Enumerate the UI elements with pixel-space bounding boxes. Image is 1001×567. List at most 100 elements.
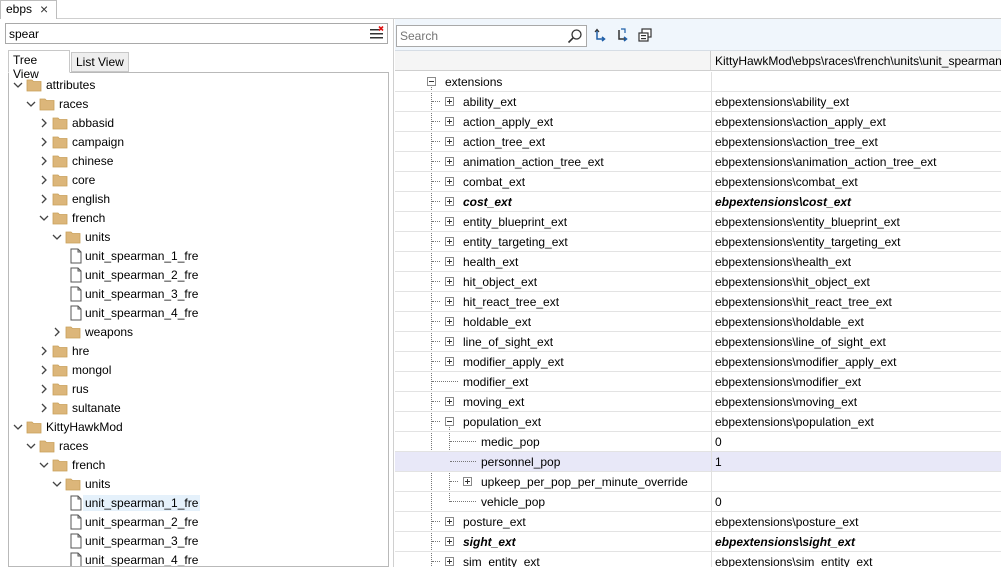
expand-icon[interactable] [445, 317, 454, 326]
property-value[interactable]: ebpextensions\combat_ext [715, 175, 858, 189]
property-value[interactable]: ebpextensions\animation_action_tree_ext [715, 155, 936, 169]
property-row[interactable]: ability_ext ebpextensions\ability_ext [395, 92, 1001, 112]
expand-icon[interactable] [445, 117, 454, 126]
chevron-down-icon[interactable] [39, 212, 49, 224]
property-search-input[interactable] [397, 26, 565, 46]
expand-icon[interactable] [445, 557, 454, 566]
tree-folder-row[interactable]: hre [9, 342, 388, 361]
tree-folder-row[interactable]: weapons [9, 323, 388, 342]
property-row[interactable]: personnel_pop 1 [395, 452, 1001, 472]
property-value[interactable]: ebpextensions\cost_ext [715, 195, 851, 209]
tree-folder-row[interactable]: units [9, 228, 388, 247]
property-row[interactable]: sim_entity_ext ebpextensions\sim_entity_e… [395, 552, 1001, 567]
tree-folder-row[interactable]: sultanate [9, 399, 388, 418]
property-value[interactable]: ebpextensions\action_tree_ext [715, 135, 878, 149]
expand-icon[interactable] [445, 397, 454, 406]
property-value[interactable]: 0 [715, 435, 722, 449]
collapse-icon[interactable] [427, 77, 436, 86]
expand-icon[interactable] [445, 217, 454, 226]
expand-icon[interactable] [445, 237, 454, 246]
expand-icon[interactable] [445, 97, 454, 106]
tree-folder-row[interactable]: mongol [9, 361, 388, 380]
chevron-right-icon[interactable] [39, 383, 49, 395]
chevron-right-icon[interactable] [39, 174, 49, 186]
property-value[interactable]: ebpextensions\sight_ext [715, 535, 855, 549]
copy-icon[interactable] [637, 27, 653, 43]
property-row[interactable]: moving_ext ebpextensions\moving_ext [395, 392, 1001, 412]
chevron-down-icon[interactable] [13, 421, 23, 433]
tree-folder-row[interactable]: attributes [9, 76, 388, 95]
property-value[interactable]: ebpextensions\entity_targeting_ext [715, 235, 900, 249]
property-row[interactable]: holdable_ext ebpextensions\holdable_ext [395, 312, 1001, 332]
chevron-right-icon[interactable] [39, 155, 49, 167]
document-tab[interactable]: ebps × [0, 0, 57, 19]
property-row[interactable]: combat_ext ebpextensions\combat_ext [395, 172, 1001, 192]
collapse-all-icon[interactable] [593, 27, 609, 43]
tree-file-row[interactable]: unit_spearman_1_fre [9, 494, 388, 513]
expand-icon[interactable] [463, 477, 472, 486]
property-value[interactable]: ebpextensions\entity_blueprint_ext [715, 215, 900, 229]
property-value[interactable]: ebpextensions\modifier_ext [715, 375, 861, 389]
expand-all-icon[interactable] [615, 27, 631, 43]
tree-file-row[interactable]: unit_spearman_4_fre [9, 304, 388, 323]
property-row[interactable]: medic_pop 0 [395, 432, 1001, 452]
expand-icon[interactable] [445, 357, 454, 366]
chevron-down-icon[interactable] [26, 440, 36, 452]
clear-filter-icon[interactable] [369, 26, 384, 41]
chevron-down-icon[interactable] [52, 478, 62, 490]
search-icon[interactable] [567, 28, 583, 44]
expand-icon[interactable] [445, 177, 454, 186]
expand-icon[interactable] [445, 157, 454, 166]
property-row[interactable]: entity_blueprint_ext ebpextensions\entity… [395, 212, 1001, 232]
property-value[interactable]: ebpextensions\action_apply_ext [715, 115, 886, 129]
property-row[interactable]: entity_targeting_ext ebpextensions\entity… [395, 232, 1001, 252]
property-value[interactable]: ebpextensions\modifier_apply_ext [715, 355, 896, 369]
chevron-right-icon[interactable] [52, 326, 62, 338]
chevron-down-icon[interactable] [39, 459, 49, 471]
chevron-right-icon[interactable] [39, 364, 49, 376]
tree-file-row[interactable]: unit_spearman_4_fre [9, 551, 388, 566]
property-row[interactable]: modifier_apply_ext ebpextensions\modifier… [395, 352, 1001, 372]
tree-folder-row[interactable]: core [9, 171, 388, 190]
chevron-right-icon[interactable] [39, 193, 49, 205]
property-value[interactable]: ebpextensions\ability_ext [715, 95, 849, 109]
property-value[interactable]: ebpextensions\population_ext [715, 415, 874, 429]
property-value[interactable]: ebpextensions\hit_object_ext [715, 275, 870, 289]
chevron-right-icon[interactable] [39, 136, 49, 148]
chevron-down-icon[interactable] [26, 98, 36, 110]
close-icon[interactable]: × [40, 1, 48, 17]
tree-folder-row[interactable]: chinese [9, 152, 388, 171]
property-row[interactable]: vehicle_pop 0 [395, 492, 1001, 512]
chevron-down-icon[interactable] [52, 231, 62, 243]
property-row[interactable]: animation_action_tree_ext ebpextensions\a… [395, 152, 1001, 172]
tree-folder-row[interactable]: english [9, 190, 388, 209]
expand-icon[interactable] [445, 197, 454, 206]
expand-icon[interactable] [445, 337, 454, 346]
property-value[interactable]: ebpextensions\sim_entity_ext [715, 555, 872, 567]
chevron-right-icon[interactable] [39, 402, 49, 414]
tree-file-row[interactable]: unit_spearman_3_fre [9, 285, 388, 304]
property-row[interactable]: upkeep_per_pop_per_minute_override [395, 472, 1001, 492]
property-row[interactable]: posture_ext ebpextensions\posture_ext [395, 512, 1001, 532]
tree-file-row[interactable]: unit_spearman_1_fre [9, 247, 388, 266]
chevron-right-icon[interactable] [39, 117, 49, 129]
tree-file-row[interactable]: unit_spearman_2_fre [9, 513, 388, 532]
property-value[interactable]: ebpextensions\moving_ext [715, 395, 857, 409]
property-row[interactable]: hit_react_tree_ext ebpextensions\hit_reac… [395, 292, 1001, 312]
property-value[interactable]: ebpextensions\line_of_sight_ext [715, 335, 886, 349]
property-row[interactable]: action_apply_ext ebpextensions\action_app… [395, 112, 1001, 132]
property-row[interactable]: modifier_ext ebpextensions\modifier_ext [395, 372, 1001, 392]
collapse-icon[interactable] [445, 417, 454, 426]
chevron-right-icon[interactable] [39, 345, 49, 357]
expand-icon[interactable] [445, 257, 454, 266]
expand-icon[interactable] [445, 517, 454, 526]
expand-icon[interactable] [445, 137, 454, 146]
tree-folder-row[interactable]: units [9, 475, 388, 494]
tree-file-row[interactable]: unit_spearman_2_fre [9, 266, 388, 285]
expand-icon[interactable] [445, 277, 454, 286]
tree-folder-row[interactable]: french [9, 209, 388, 228]
tree-folder-row[interactable]: french [9, 456, 388, 475]
property-row[interactable]: cost_ext ebpextensions\cost_ext [395, 192, 1001, 212]
tab-list-view[interactable]: List View [71, 52, 129, 72]
property-value[interactable]: 1 [715, 455, 722, 469]
